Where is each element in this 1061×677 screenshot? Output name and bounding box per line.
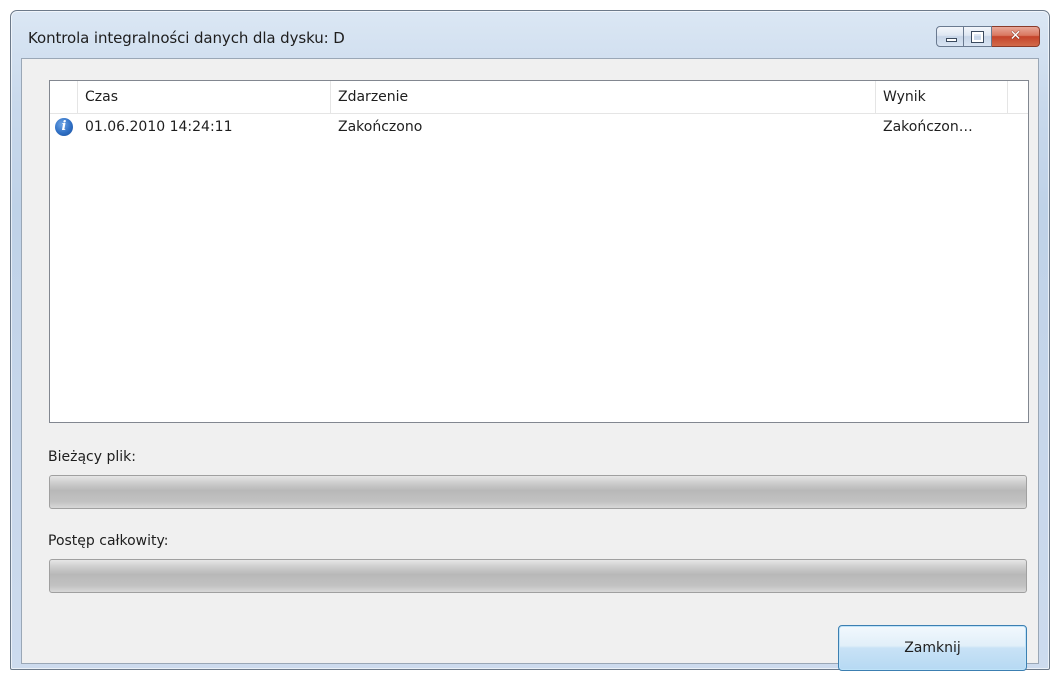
current-file-label: Bieżący plik: <box>48 449 136 465</box>
current-file-progress <box>49 475 1027 509</box>
minimize-button[interactable] <box>936 26 964 47</box>
column-header-icon[interactable] <box>50 81 78 113</box>
minimize-icon <box>946 38 957 42</box>
list-row[interactable]: i 01.06.2010 14:24:11 Zakończono Zakończ… <box>50 115 1028 139</box>
list-header: Czas Zdarzenie Wynik <box>50 81 1028 114</box>
close-window-button[interactable]: ✕ <box>992 26 1040 47</box>
row-zdarzenie: Zakończono <box>338 119 423 135</box>
row-wynik: Zakończon… <box>883 119 973 135</box>
total-progress <box>49 559 1027 593</box>
maximize-button[interactable] <box>964 26 992 47</box>
column-header-czas[interactable]: Czas <box>78 81 331 113</box>
column-header-wynik[interactable]: Wynik <box>876 81 1008 113</box>
maximize-icon <box>971 31 984 43</box>
dialog-window: Kontrola integralności danych dla dysku:… <box>10 10 1050 671</box>
title-bar[interactable]: Kontrola integralności danych dla dysku:… <box>11 11 1049 57</box>
column-header-zdarzenie[interactable]: Zdarzenie <box>331 81 876 113</box>
info-icon: i <box>55 118 73 136</box>
close-dialog-button[interactable]: Zamknij <box>838 625 1027 671</box>
window-title: Kontrola integralności danych dla dysku:… <box>28 29 345 47</box>
events-list[interactable]: Czas Zdarzenie Wynik i 01.06.2010 14:24:… <box>49 80 1029 423</box>
caption-buttons: ✕ <box>936 26 1040 48</box>
close-icon: ✕ <box>1009 28 1022 44</box>
total-progress-label: Postęp całkowity: <box>48 533 169 549</box>
dialog-client-area: Czas Zdarzenie Wynik i 01.06.2010 14:24:… <box>21 58 1039 671</box>
row-czas: 01.06.2010 14:24:11 <box>85 119 233 135</box>
